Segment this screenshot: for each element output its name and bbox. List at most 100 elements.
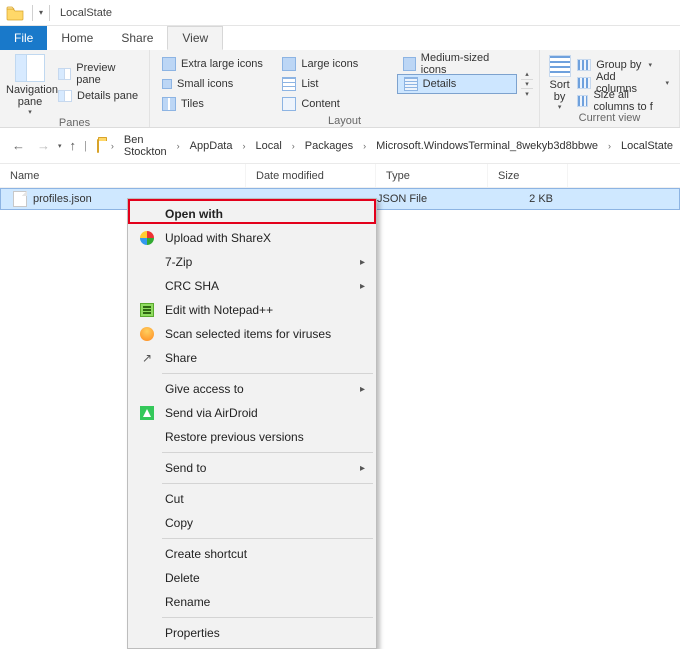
ctx-open-with[interactable]: Open with [131,202,373,226]
chevron-right-icon: ▸ [360,257,365,268]
ctx-copy[interactable]: Copy [131,511,373,535]
notepadpp-icon [140,303,154,317]
ctx-properties[interactable]: Properties [131,621,373,645]
crumb[interactable]: AppData [188,140,235,152]
folder-icon [97,139,99,153]
chevron-down-icon: ▾ [6,108,54,116]
column-headers: Name Date modified Type Size [0,164,680,188]
chevron-right-icon[interactable]: › [238,141,249,151]
sharex-icon [140,231,154,245]
content-icon [282,97,296,111]
navigation-pane-icon [15,54,45,82]
file-icon [13,191,27,207]
chevron-down-icon: ▾ [648,61,652,69]
layout-details[interactable]: Details [397,74,517,94]
crumb[interactable]: Local [253,140,283,152]
chevron-right-icon[interactable]: › [288,141,299,151]
ctx-upload-sharex[interactable]: Upload with ShareX [131,226,373,250]
column-header-type[interactable]: Type [376,164,488,187]
separator [162,373,373,374]
file-type: JSON File [377,193,489,205]
chevron-right-icon[interactable]: › [173,141,184,151]
ribbon: Navigation pane ▾ Preview pane Details p… [0,50,680,128]
large-icons-icon [282,57,296,71]
layout-tiles[interactable]: Tiles [156,94,276,114]
navigation-pane-button[interactable]: Navigation pane ▾ [6,54,54,116]
ctx-restore-previous[interactable]: Restore previous versions [131,425,373,449]
layout-list[interactable]: List [276,74,396,94]
layout-medium-icons[interactable]: Medium-sized icons [397,54,517,74]
breadcrumb-bar: ← → ▾ ↑ | › Ben Stockton› AppData› Local… [0,128,680,164]
sort-icon [549,55,571,77]
ctx-share[interactable]: ↗Share [131,346,373,370]
chevron-right-icon: ▸ [360,463,365,474]
chevron-right-icon[interactable]: › [107,141,118,151]
layout-content[interactable]: Content [276,94,396,114]
crumb[interactable]: Microsoft.WindowsTerminal_8wekyb3d8bbwe [374,140,600,152]
up-button[interactable]: ↑ [66,138,81,153]
back-button[interactable]: ← [8,138,29,153]
layout-scroll: ▴ ▾ ▾ [521,69,533,99]
tiles-icon [162,97,176,111]
ribbon-group-panes: Navigation pane ▾ Preview pane Details p… [0,50,150,127]
expand-icon[interactable]: ▾ [521,89,533,99]
crumb[interactable]: Packages [303,140,355,152]
scroll-up-icon[interactable]: ▴ [521,69,533,79]
column-header-name[interactable]: Name [0,164,246,187]
ctx-crc-sha[interactable]: CRC SHA▸ [131,274,373,298]
column-header-size[interactable]: Size [488,164,568,187]
file-name: profiles.json [33,193,92,205]
group-by-icon [577,59,591,71]
ctx-scan-viruses[interactable]: Scan selected items for viruses [131,322,373,346]
qa-dropdown-icon[interactable]: ▾ [39,8,43,17]
size-columns-icon [577,95,588,107]
details-icon [404,77,418,91]
chevron-right-icon[interactable]: › [359,141,370,151]
ctx-delete[interactable]: Delete [131,566,373,590]
separator [162,617,373,618]
chevron-right-icon: ▸ [360,281,365,292]
antivirus-icon [140,327,154,341]
context-menu: Open with Upload with ShareX 7-Zip▸ CRC … [127,198,377,649]
size-all-columns-button[interactable]: Size all columns to f [573,92,673,110]
ctx-send-to[interactable]: Send to▸ [131,456,373,480]
add-columns-icon [577,77,591,89]
column-header-date[interactable]: Date modified [246,164,376,187]
history-dropdown-icon[interactable]: ▾ [58,142,62,150]
details-pane-button[interactable]: Details pane [54,85,143,107]
separator [162,483,373,484]
airdroid-icon [140,406,154,420]
chevron-down-icon: ▾ [665,79,669,87]
share-icon: ↗ [140,351,154,365]
title-bar: ▾ LocalState [0,0,680,26]
ctx-create-shortcut[interactable]: Create shortcut [131,542,373,566]
crumb[interactable]: LocalState [619,140,675,152]
group-label-layout: Layout [150,114,539,130]
file-size: 2 KB [489,193,569,205]
ctx-edit-npp[interactable]: Edit with Notepad++ [131,298,373,322]
crumb[interactable]: Ben Stockton [122,134,169,158]
chevron-right-icon: ▸ [360,384,365,395]
folder-icon [6,4,24,22]
ctx-7zip[interactable]: 7-Zip▸ [131,250,373,274]
layout-large-icons[interactable]: Large icons [276,54,396,74]
ctx-give-access-to[interactable]: Give access to▸ [131,377,373,401]
scroll-down-icon[interactable]: ▾ [521,79,533,89]
quick-access-toolbar: ▾ [28,5,43,21]
layout-extra-large-icons[interactable]: Extra large icons [156,54,276,74]
chevron-right-icon[interactable]: › [604,141,615,151]
preview-pane-icon [58,68,71,80]
tab-home[interactable]: Home [47,26,107,50]
ctx-cut[interactable]: Cut [131,487,373,511]
tab-view[interactable]: View [167,26,223,50]
ctx-send-airdroid[interactable]: Send via AirDroid [131,401,373,425]
details-pane-icon [58,90,72,102]
sort-by-button[interactable]: Sort by ▾ [546,55,573,111]
layout-small-icons[interactable]: Small icons [156,74,276,94]
preview-pane-button[interactable]: Preview pane [54,63,143,85]
tab-file[interactable]: File [0,26,47,50]
tab-share[interactable]: Share [107,26,167,50]
forward-button[interactable]: → [33,138,54,153]
chevron-down-icon: ▾ [546,103,573,111]
ctx-rename[interactable]: Rename [131,590,373,614]
